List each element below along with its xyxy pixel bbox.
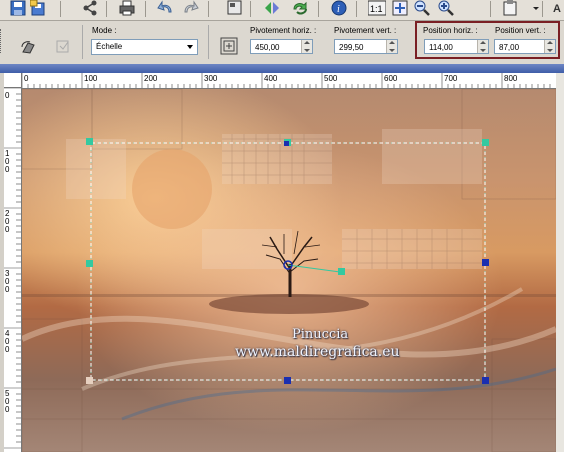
paste-icon[interactable]	[500, 0, 520, 18]
horizontal-ruler-ticks	[22, 73, 551, 88]
vertical-scrollbar[interactable]	[556, 73, 564, 452]
resize-handle-left[interactable]	[86, 260, 93, 267]
undo-icon[interactable]	[156, 0, 176, 18]
artwork	[22, 89, 556, 452]
share-icon[interactable]	[80, 0, 100, 18]
ruler-corner	[4, 73, 22, 88]
svg-text:i: i	[337, 4, 340, 15]
h-tick-label: 300	[204, 74, 218, 83]
h-tick-label: 0	[24, 74, 29, 83]
reset-icon[interactable]	[20, 39, 38, 60]
h-tick-label: 500	[324, 74, 338, 83]
save-as-icon[interactable]	[28, 0, 48, 18]
toolbar-trailing-label: A	[553, 3, 561, 15]
resize-handle-right[interactable]	[482, 259, 489, 266]
redo-icon[interactable]	[180, 0, 200, 18]
v-tick-label: 0	[5, 91, 10, 100]
canvas-image[interactable]: Pinuccia www.maldiregrafica.eu	[22, 89, 556, 452]
pivot-v-label: Pivotement vert. :	[334, 26, 397, 35]
apply-icon	[55, 39, 71, 60]
rotate-icon[interactable]	[290, 0, 310, 18]
v-tick-label: 200	[5, 209, 10, 234]
flip-icon[interactable]	[262, 0, 282, 18]
h-tick-label: 400	[264, 74, 278, 83]
pivot-icon[interactable]	[220, 37, 238, 60]
h-tick-label: 800	[504, 74, 518, 83]
resize-handle-top-left[interactable]	[86, 138, 93, 145]
print-icon[interactable]	[117, 0, 137, 18]
position-highlight-box	[415, 21, 560, 59]
zoom-in-icon[interactable]	[436, 0, 456, 18]
pivot-h-stepper[interactable]	[301, 40, 312, 53]
v-tick-label: 300	[5, 269, 10, 294]
horizontal-ruler: 0 100 200 300 400 500 600 700 800	[22, 73, 556, 89]
v-tick-label: 500	[5, 389, 10, 414]
fit-window-icon[interactable]	[390, 0, 410, 18]
rotation-handle[interactable]	[338, 268, 345, 275]
actual-size-icon[interactable]: 1:1	[367, 0, 387, 18]
grip-handle[interactable]	[0, 29, 4, 53]
resize-handle-bottom-right[interactable]	[482, 377, 489, 384]
pivot-v-stepper[interactable]	[386, 40, 397, 53]
vertical-ruler: 0 100 200 300 400 500	[4, 88, 22, 452]
resize-handle-bottom[interactable]	[284, 377, 291, 384]
mode-select[interactable]: Échelle	[91, 39, 198, 55]
pivot-v-input[interactable]: 299,50	[334, 39, 398, 54]
copy-icon[interactable]	[225, 0, 245, 18]
h-tick-label: 100	[84, 74, 98, 83]
h-tick-label: 600	[384, 74, 398, 83]
zoom-out-icon[interactable]	[412, 0, 432, 18]
h-tick-label: 200	[144, 74, 158, 83]
resize-handle-top-right[interactable]	[482, 139, 489, 146]
v-tick-label: 400	[5, 329, 10, 354]
info-icon[interactable]: i	[329, 0, 349, 18]
image-window-titlebar[interactable]	[0, 64, 564, 73]
save-icon[interactable]	[8, 0, 28, 18]
main-toolbar: i 1:1 A	[0, 0, 564, 21]
resize-handle-bottom-left[interactable]	[86, 377, 93, 384]
v-tick-label: 100	[5, 149, 10, 174]
chevron-down-icon[interactable]	[187, 45, 193, 49]
h-tick-label: 700	[444, 74, 458, 83]
pivot-h-label: Pivotement horiz. :	[250, 26, 317, 35]
svg-text:1:1: 1:1	[370, 4, 383, 14]
mode-select-value: Échelle	[96, 42, 123, 51]
menu-arrow-icon[interactable]	[526, 0, 546, 18]
pivot-h-input[interactable]: 450,00	[250, 39, 313, 54]
mode-label: Mode :	[92, 26, 117, 35]
